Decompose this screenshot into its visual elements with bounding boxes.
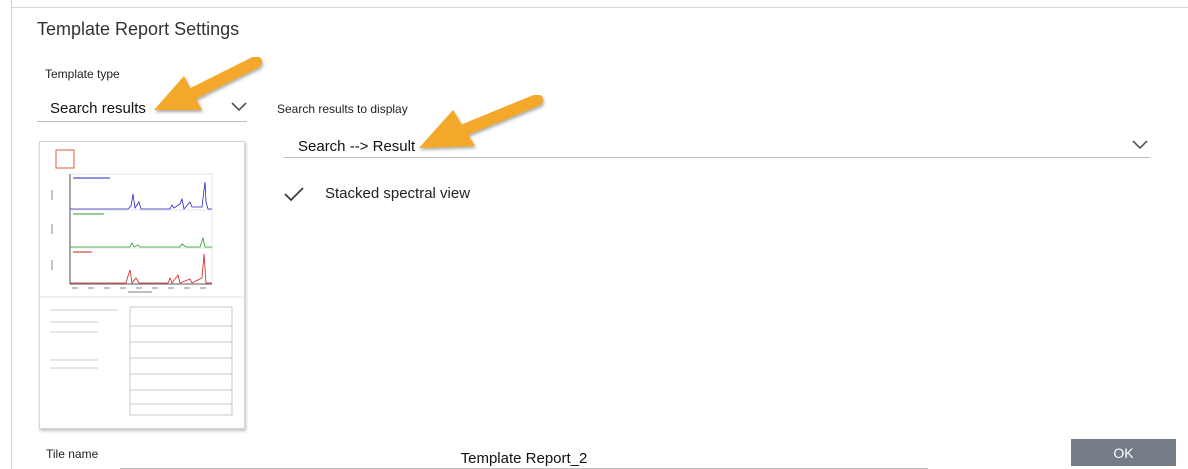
search-results-label: Search results to display (277, 102, 408, 116)
chevron-down-icon (1132, 140, 1148, 150)
stacked-view-label: Stacked spectral view (325, 185, 471, 202)
template-type-underline (37, 121, 247, 122)
tile-name-label: Tile name (46, 447, 99, 461)
window-border-top (11, 7, 1188, 8)
annotation-arrow-icon (419, 94, 543, 148)
checkmark-icon (284, 187, 304, 202)
ok-button[interactable]: OK (1071, 439, 1176, 466)
annotation-arrow-icon (154, 56, 262, 110)
dialog-title: Template Report Settings (37, 19, 240, 39)
logo-placeholder-icon (55, 149, 75, 169)
template-type-label: Template type (45, 67, 120, 81)
template-type-value: Search results (50, 100, 146, 117)
tile-name-input[interactable] (120, 437, 928, 469)
report-preview-thumbnail (39, 141, 246, 429)
window-border-left (11, 0, 12, 469)
search-results-value: Search --> Result (298, 138, 416, 155)
